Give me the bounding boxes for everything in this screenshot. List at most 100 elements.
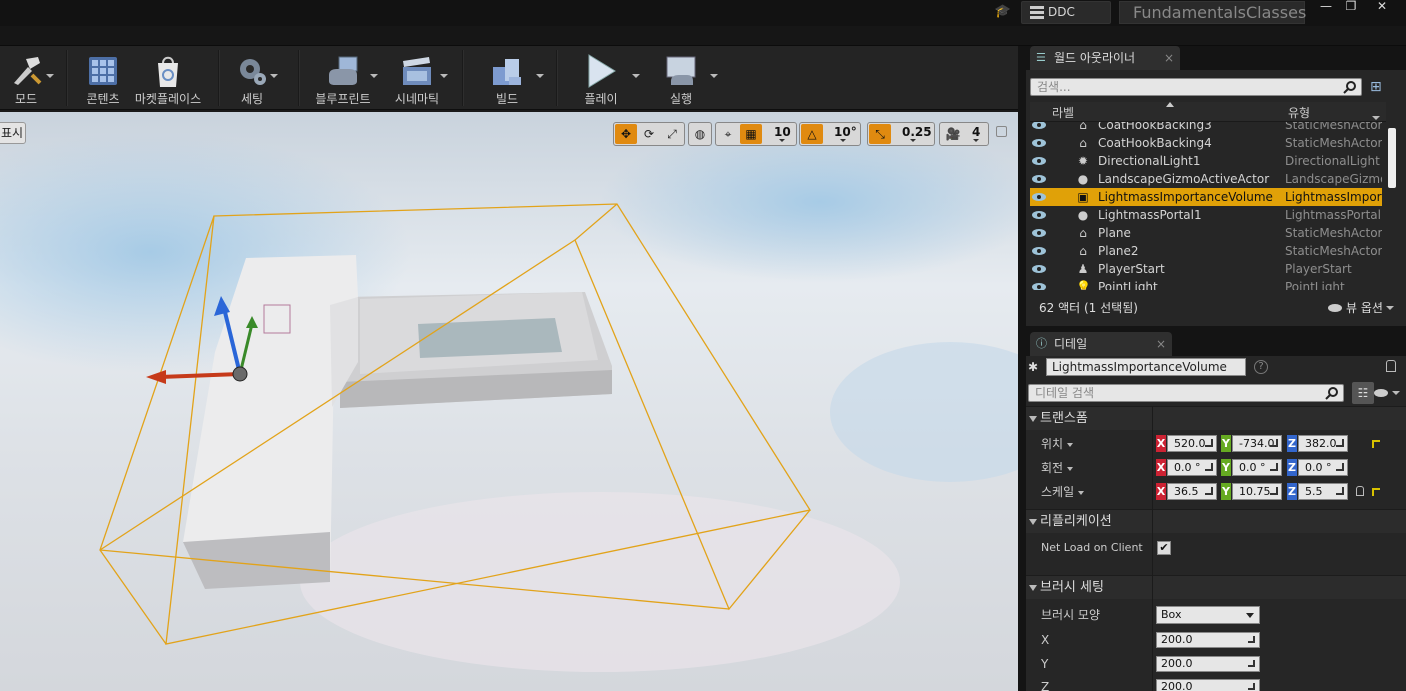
scale-snap-value[interactable]: 0.25 — [902, 125, 932, 139]
lock-icon[interactable] — [1356, 486, 1364, 496]
sort-asc-icon[interactable] — [1166, 102, 1174, 107]
add-folder-icon[interactable]: ⊞ — [1370, 78, 1388, 96]
location-y-field[interactable]: -734.0 — [1232, 435, 1282, 452]
show-menu-button[interactable]: 표시 — [0, 122, 26, 144]
brush-shape-select[interactable]: Box — [1156, 606, 1260, 624]
scale-mode-icon[interactable]: ⤢ — [661, 124, 683, 144]
eye-icon[interactable] — [1032, 122, 1046, 129]
chevron-down-icon[interactable] — [440, 74, 448, 78]
viewport-scene[interactable] — [0, 112, 1018, 691]
camera-speed-icon[interactable]: 🎥 — [942, 124, 964, 144]
rotation-snap-icon[interactable]: △ — [801, 124, 823, 144]
chevron-down-icon[interactable] — [1386, 306, 1394, 310]
outliner-row[interactable]: ✹ DirectionalLight1 DirectionalLight — [1030, 152, 1382, 170]
outliner-row[interactable]: ♟ PlayerStart PlayerStart — [1030, 260, 1382, 278]
scale-z-field[interactable]: 5.5 — [1298, 483, 1348, 500]
outliner-row[interactable]: ⌂ Plane StaticMeshActor — [1030, 224, 1382, 242]
reset-to-default-icon[interactable] — [1372, 440, 1380, 448]
outliner-row[interactable]: ⌂ Plane2 StaticMeshActor — [1030, 242, 1382, 260]
replication-category[interactable]: 리플리케이션 — [1026, 509, 1406, 533]
rotate-mode-icon[interactable]: ⟳ — [638, 124, 660, 144]
close-window-button[interactable]: ✕ — [1370, 0, 1394, 14]
brush-y-field[interactable]: 200.0 — [1156, 656, 1260, 672]
brush-z-field[interactable]: 200.0 — [1156, 679, 1260, 691]
view-options-button[interactable]: 뷰 옵션 — [1346, 296, 1383, 320]
location-x-field[interactable]: 520.0 — [1167, 435, 1217, 452]
scale-x-field[interactable]: 36.5 — [1167, 483, 1217, 500]
location-label[interactable]: 위치 — [1041, 432, 1074, 456]
cinematic-button[interactable]: 시네마틱 — [388, 48, 448, 108]
outliner-scrollbar[interactable] — [1388, 128, 1396, 188]
build-button[interactable]: 빌드 — [472, 48, 544, 108]
scale-snap-icon[interactable]: ⤡ — [869, 124, 891, 144]
level-viewport[interactable]: 표시 ✥ ⟳ ⤢ ◍ ⌖ ▦ 10 △ 10° ⤡ 0.25 🎥 4 — [0, 112, 1018, 691]
outliner-row[interactable]: ▣ LightmassImportanceVolume LightmassImpor… — [1030, 188, 1382, 206]
tab-details[interactable]: ⓘ 디테일 × — [1030, 332, 1172, 356]
outliner-row[interactable]: ⌂ CoatHookBacking3 StaticMeshActor — [1030, 122, 1382, 134]
eye-icon[interactable] — [1032, 247, 1046, 255]
chevron-down-icon[interactable] — [536, 74, 544, 78]
lock-icon[interactable] — [1386, 360, 1396, 372]
surface-snap-icon[interactable]: ⌖ — [717, 124, 739, 144]
chevron-down-icon[interactable] — [840, 139, 846, 142]
rotation-y-field[interactable]: 0.0 ° — [1232, 459, 1282, 476]
eye-icon[interactable] — [1032, 229, 1046, 237]
chevron-down-icon[interactable] — [270, 74, 278, 78]
chevron-down-icon[interactable] — [710, 74, 718, 78]
tab-world-outliner[interactable]: ☰ 월드 아웃라이너 × — [1030, 46, 1180, 70]
chevron-down-icon[interactable] — [1392, 391, 1400, 395]
eye-icon[interactable] — [1032, 283, 1046, 290]
reset-to-default-icon[interactable] — [1372, 488, 1380, 496]
camera-speed-value[interactable]: 4 — [972, 125, 980, 139]
outliner-row[interactable]: 💡 PointLight PointLight — [1030, 278, 1382, 290]
grid-snap-icon[interactable]: ▦ — [740, 124, 762, 144]
blueprint-button[interactable]: 블루프린트 — [310, 48, 378, 108]
minimize-button[interactable]: — — [1314, 0, 1338, 14]
chevron-down-icon[interactable] — [370, 74, 378, 78]
net-load-checkbox[interactable]: ✔ — [1157, 541, 1171, 555]
label-column[interactable]: 라벨 — [1052, 104, 1074, 121]
eye-icon[interactable] — [1032, 265, 1046, 273]
details-search-input[interactable]: 디테일 검색 — [1028, 384, 1344, 402]
eye-icon[interactable] — [1032, 211, 1046, 219]
eye-icon[interactable] — [1032, 139, 1046, 147]
graduation-cap-icon[interactable]: 🎓 — [994, 3, 1012, 21]
eye-icon[interactable] — [1328, 304, 1342, 312]
marketplace-button[interactable]: 마켓플레이스 — [132, 48, 204, 108]
restore-button[interactable]: ❐ — [1339, 0, 1363, 14]
type-column[interactable]: 유형 — [1288, 104, 1310, 121]
grid-snap-value[interactable]: 10 — [774, 125, 791, 139]
globe-icon[interactable]: ◍ — [689, 124, 711, 144]
ddc-button[interactable]: DDC — [1021, 1, 1111, 24]
rotation-label[interactable]: 회전 — [1041, 456, 1074, 480]
chevron-down-icon[interactable] — [973, 139, 979, 142]
close-icon[interactable]: × — [1156, 332, 1166, 356]
brush-x-field[interactable]: 200.0 — [1156, 632, 1260, 648]
location-z-field[interactable]: 382.0 — [1298, 435, 1348, 452]
property-matrix-icon[interactable]: ☷ — [1352, 382, 1374, 404]
rotation-snap-value[interactable]: 10° — [834, 125, 857, 139]
play-button[interactable]: 플레이 — [564, 48, 640, 108]
chevron-down-icon[interactable] — [46, 74, 54, 78]
chevron-down-icon[interactable] — [1372, 116, 1380, 120]
outliner-row[interactable]: ⌂ CoatHookBacking4 StaticMeshActor — [1030, 134, 1382, 152]
settings-button[interactable]: 세팅 — [228, 48, 278, 108]
outliner-row[interactable]: ● LandscapeGizmoActiveActor LandscapeGizmo… — [1030, 170, 1382, 188]
outliner-search-input[interactable]: 검색... — [1030, 78, 1362, 96]
help-icon[interactable]: ? — [1254, 360, 1268, 374]
translate-mode-icon[interactable]: ✥ — [615, 124, 637, 144]
chevron-down-icon[interactable] — [779, 139, 785, 142]
launch-button[interactable]: 실행 — [646, 48, 718, 108]
maximize-viewport-icon[interactable] — [996, 126, 1007, 137]
eye-icon[interactable] — [1032, 157, 1046, 165]
scale-label[interactable]: 스케일 — [1041, 480, 1085, 504]
eye-icon[interactable] — [1374, 389, 1388, 397]
chevron-down-icon[interactable] — [632, 74, 640, 78]
modes-button[interactable]: 모드 — [0, 48, 54, 108]
close-icon[interactable]: × — [1164, 46, 1174, 70]
brush-settings-category[interactable]: 브러시 세팅 — [1026, 575, 1406, 599]
content-button[interactable]: 콘텐츠 — [78, 48, 128, 108]
outliner-row[interactable]: ● LightmassPortal1 LightmassPortal — [1030, 206, 1382, 224]
scale-y-field[interactable]: 10.75 — [1232, 483, 1282, 500]
rotation-z-field[interactable]: 0.0 ° — [1298, 459, 1348, 476]
